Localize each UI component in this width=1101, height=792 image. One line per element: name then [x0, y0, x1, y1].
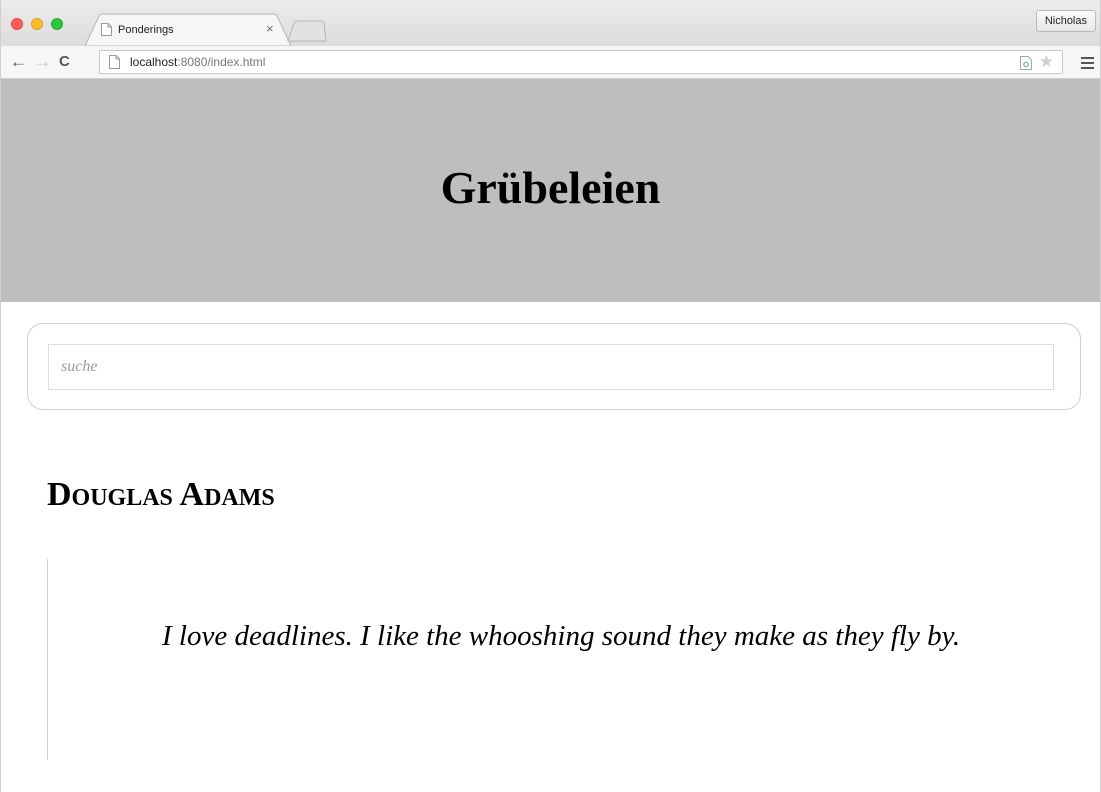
- tab-shape: [85, 13, 291, 46]
- url-host: localhost: [130, 55, 178, 69]
- minimize-window-button[interactable]: [31, 18, 43, 30]
- close-window-button[interactable]: [11, 18, 23, 30]
- header-banner: Grübeleien: [1, 79, 1100, 302]
- page-icon: [109, 55, 120, 69]
- tab-strip: Ponderings × Nicholas: [1, 0, 1100, 46]
- url-path: :8080/index.html: [177, 55, 266, 69]
- close-tab-icon[interactable]: ×: [266, 21, 274, 37]
- reader-mode-icon[interactable]: [1020, 56, 1032, 70]
- site-title: Grübeleien: [440, 162, 661, 213]
- reload-icon[interactable]: C: [59, 52, 70, 72]
- star-icon[interactable]: ★: [1039, 52, 1054, 72]
- back-arrow-icon[interactable]: ←: [10, 52, 27, 72]
- url-text: localhost:8080/index.html: [130, 55, 265, 70]
- tab-ponderings[interactable]: Ponderings ×: [85, 13, 291, 46]
- quote-text: I love deadlines. I like the whooshing s…: [162, 620, 961, 652]
- browser-toolbar: ← → C localhost:8080/index.html ★: [1, 46, 1100, 79]
- forward-arrow-icon[interactable]: →: [34, 52, 51, 72]
- author-heading: Douglas Adams: [47, 476, 275, 513]
- quote-block: I love deadlines. I like the whooshing s…: [47, 559, 1047, 760]
- address-bar[interactable]: localhost:8080/index.html ★: [99, 50, 1063, 74]
- browser-window: Ponderings × Nicholas ← → C localhost:80…: [0, 0, 1101, 792]
- search-panel: [27, 323, 1081, 410]
- page-content: Grübeleien Douglas Adams I love deadline…: [1, 79, 1100, 792]
- new-tab-button[interactable]: [287, 20, 327, 42]
- page-icon: [101, 23, 112, 36]
- zoom-window-button[interactable]: [51, 18, 63, 30]
- profile-button[interactable]: Nicholas: [1035, 10, 1096, 32]
- tab-title: Ponderings: [118, 24, 174, 36]
- menu-icon[interactable]: [1081, 57, 1094, 72]
- search-input[interactable]: [48, 344, 1054, 390]
